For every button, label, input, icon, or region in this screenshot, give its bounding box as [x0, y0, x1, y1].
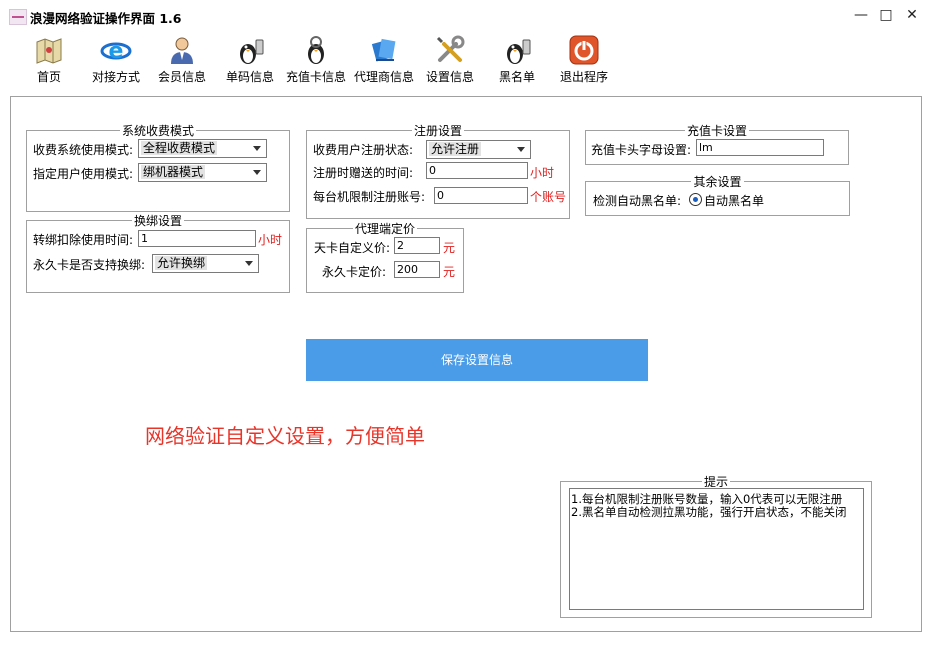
permanent-rebind-value: 允许换绑 [155, 256, 208, 270]
rebind-legend: 换绑设置 [133, 214, 182, 228]
agent-books-icon [371, 38, 396, 62]
minimize-button[interactable]: — [850, 4, 872, 26]
card-prefix-label: 充值卡头字母设置: [591, 143, 692, 157]
svg-text:e: e [109, 39, 124, 64]
app-logo-icon [9, 9, 27, 25]
toolbar-label: 会员信息 [157, 70, 206, 84]
home-map-icon [36, 38, 62, 64]
auto-blacklist-radio[interactable] [689, 193, 702, 206]
deduct-unit: 小时 [258, 233, 283, 247]
toolbar-home[interactable]: 首页 [29, 34, 69, 86]
save-settings-button[interactable]: 保存设置信息 [306, 339, 648, 381]
slogan-text: 网络验证自定义设置，方便简单 [145, 424, 425, 448]
toolbar-settings[interactable]: 设置信息 [424, 34, 476, 86]
title-bar: 浪漫网络验证操作界面 1.6 — □ ✕ [0, 0, 936, 30]
billing-mode-value: 全程收费模式 [141, 141, 218, 155]
recharge-legend: 充值卡设置 [686, 124, 747, 138]
toolbar-blacklist[interactable]: 黑名单 [494, 34, 540, 86]
permanent-card-price-unit: 元 [443, 265, 456, 279]
day-card-price-unit: 元 [443, 241, 456, 255]
toolbar-member[interactable]: 会员信息 [156, 34, 208, 86]
toolbar-label: 代理商信息 [353, 70, 414, 84]
register-limit-label: 每台机限制注册账号: [313, 190, 426, 204]
billing-legend: 系统收费模式 [121, 124, 194, 138]
day-card-price-input[interactable]: 2 [394, 237, 440, 254]
agent-legend: 代理端定价 [354, 222, 415, 236]
toolbar-label: 充值卡信息 [285, 70, 346, 84]
other-legend: 其余设置 [693, 175, 742, 189]
toolbar-connect[interactable]: e 对接方式 [88, 34, 144, 86]
permanent-rebind-label: 永久卡是否支持换绑: [33, 258, 146, 272]
auto-blacklist-radio-label[interactable]: 自动黑名单 [704, 192, 764, 209]
register-status-select[interactable]: 允许注册 [426, 140, 531, 159]
user-mode-label: 指定用户使用模式: [33, 167, 134, 181]
toolbar-label: 首页 [36, 70, 61, 84]
agent-price-group: 代理端定价 [306, 220, 464, 293]
register-limit-unit: 个账号 [530, 190, 567, 204]
maximize-button[interactable]: □ [875, 4, 897, 26]
toolbar-label: 对接方式 [91, 70, 140, 84]
gift-time-unit: 小时 [530, 166, 555, 180]
single-code-penguin-icon [240, 39, 264, 64]
tips-textarea[interactable]: 1.每台机限制注册账号数量，输入0代表可以无限注册 2.黑名单自动检测拉黑功能，… [569, 488, 864, 610]
toolbar-label: 退出程序 [559, 70, 608, 84]
toolbar-recharge-card[interactable]: 充值卡信息 [284, 34, 348, 86]
toolbar-exit[interactable]: 退出程序 [558, 34, 610, 86]
toolbar-label: 设置信息 [425, 70, 474, 84]
card-prefix-input[interactable]: lm [696, 139, 824, 156]
permanent-card-price-input[interactable]: 200 [394, 261, 440, 278]
close-button[interactable]: ✕ [901, 4, 923, 26]
billing-mode-select[interactable]: 全程收费模式 [138, 139, 267, 158]
chevron-down-icon [253, 170, 261, 175]
permanent-card-price-label: 永久卡定价: [322, 265, 387, 279]
chevron-down-icon [245, 261, 253, 266]
toolbar-agent[interactable]: 代理商信息 [352, 34, 416, 86]
settings-tools-icon [436, 35, 465, 62]
toolbar-label: 黑名单 [498, 70, 535, 84]
connect-e-icon: e [100, 39, 132, 64]
register-status-value: 允许注册 [429, 142, 482, 156]
register-limit-input[interactable]: 0 [434, 187, 528, 204]
toolbar-label: 单码信息 [225, 70, 274, 84]
register-legend: 注册设置 [413, 124, 462, 138]
auto-blacklist-label: 检测自动黑名单: [593, 194, 682, 208]
user-mode-value: 绑机器模式 [141, 165, 206, 179]
gift-time-input[interactable]: 0 [426, 162, 528, 179]
chevron-down-icon [253, 146, 261, 151]
recharge-card-penguin-icon [308, 36, 324, 64]
blacklist-penguin-icon [507, 39, 531, 64]
deduct-time-label: 转绑扣除使用时间: [33, 233, 134, 247]
deduct-time-input[interactable]: 1 [138, 230, 256, 247]
member-person-icon [171, 37, 193, 64]
user-mode-select[interactable]: 绑机器模式 [138, 163, 267, 182]
tip-line: 2.黑名单自动检测拉黑功能，强行开启状态，不能关闭 [571, 505, 847, 519]
chevron-down-icon [517, 147, 525, 152]
rebind-group: 换绑设置 [26, 212, 290, 293]
power-exit-icon [569, 35, 599, 65]
window-title: 浪漫网络验证操作界面 1.6 [30, 11, 182, 26]
gift-time-label: 注册时赠送的时间: [313, 166, 414, 180]
billing-mode-label: 收费系统使用模式: [33, 143, 134, 157]
toolbar-single-code[interactable]: 单码信息 [224, 34, 276, 86]
register-status-label: 收费用户注册状态: [313, 143, 414, 157]
day-card-price-label: 天卡自定义价: [314, 241, 391, 255]
permanent-rebind-select[interactable]: 允许换绑 [152, 254, 259, 273]
